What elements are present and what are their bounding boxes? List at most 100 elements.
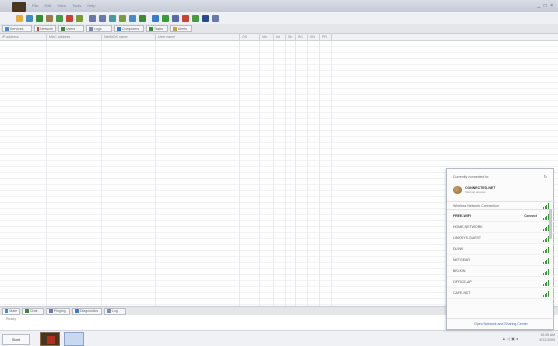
column-divider xyxy=(273,41,274,306)
column-header[interactable]: MAC address xyxy=(47,34,102,40)
menu-item[interactable]: View xyxy=(57,3,66,8)
tab-computers[interactable]: Computers xyxy=(114,25,144,32)
refresh-icon[interactable] xyxy=(109,14,116,22)
start-icon[interactable] xyxy=(56,14,63,22)
network-list-item[interactable]: BELKIN xyxy=(447,266,555,277)
column-header[interactable]: User name xyxy=(156,34,240,40)
start-button[interactable]: Start xyxy=(2,334,30,345)
tab-icon xyxy=(5,309,9,313)
column-header[interactable]: Sh xyxy=(286,34,296,40)
column-divider xyxy=(46,41,47,306)
tab-alerts[interactable]: Alerts xyxy=(170,25,192,32)
network-list-item[interactable]: HOME-NETWORK xyxy=(447,222,555,233)
tab-icon xyxy=(25,309,29,313)
tab-label: Pinging xyxy=(54,309,66,313)
network-list-item[interactable]: OFFICE-AP xyxy=(447,277,555,288)
network-list-item[interactable]: CAFE-NET xyxy=(447,288,555,299)
menu-item[interactable]: File xyxy=(32,3,38,8)
flyout-scrollbar[interactable] xyxy=(549,209,552,239)
menu-item[interactable]: Tools xyxy=(72,3,81,8)
column-header[interactable]: OS xyxy=(240,34,260,40)
clock[interactable]: 10:45 AM 9/12/2009 xyxy=(539,333,555,343)
tab-label: Diagnostics xyxy=(80,309,99,313)
check-icon[interactable] xyxy=(76,14,83,22)
column-divider xyxy=(155,41,156,306)
column-header[interactable]: IP address xyxy=(0,34,47,40)
refresh-icon[interactable]: ↻ xyxy=(544,174,547,179)
clock-date: 9/12/2009 xyxy=(539,338,555,342)
network-list: FREE-WIFI Connect HOME-NETWORK LINKSYS-GUES… xyxy=(447,211,555,299)
network-list-item[interactable]: FREE-WIFI Connect xyxy=(447,211,555,222)
help-icon[interactable] xyxy=(212,14,219,22)
column-header[interactable]: Int xyxy=(274,34,286,40)
list-icon[interactable] xyxy=(139,14,146,22)
find-icon[interactable] xyxy=(46,14,53,22)
tab-icon xyxy=(61,26,65,31)
tab-network[interactable]: Network xyxy=(34,25,56,32)
network-name: DLINK xyxy=(453,247,464,251)
column-divider xyxy=(259,41,260,306)
open-icon[interactable] xyxy=(26,14,33,22)
column-header[interactable]: RC xyxy=(296,34,308,40)
chart-icon[interactable] xyxy=(162,14,169,22)
info-icon[interactable] xyxy=(202,14,209,22)
wifi-flyout: Currently connected to: ↻ CONNECTED-NET … xyxy=(446,168,555,330)
bottom-tab-pinging[interactable]: Pinging xyxy=(46,307,70,315)
tab-label: Alerts xyxy=(178,26,187,31)
column-header[interactable]: PR xyxy=(320,34,332,40)
tab-label: Tasks xyxy=(154,26,163,31)
stop-icon[interactable] xyxy=(66,14,73,22)
network-list-item[interactable]: LINKSYS-GUEST xyxy=(447,233,555,244)
tab-label: Computers xyxy=(122,26,140,31)
title-bar: File Edit View Tools Help _ □ × xyxy=(0,0,558,12)
save-icon[interactable] xyxy=(36,14,43,22)
bottom-tab-chat[interactable]: Chat xyxy=(22,307,44,315)
grid-icon[interactable] xyxy=(152,14,159,22)
network-name: NETGEAR xyxy=(453,258,470,262)
tab-icon xyxy=(107,309,111,313)
menu-item[interactable]: Edit xyxy=(44,3,51,8)
app-icon xyxy=(47,336,55,344)
bottom-tab-log[interactable]: Log xyxy=(104,307,126,315)
column-header[interactable]: SN xyxy=(308,34,320,40)
column-divider xyxy=(295,41,296,306)
back-icon[interactable] xyxy=(89,14,96,22)
tab-icon xyxy=(37,26,40,31)
tab-icon xyxy=(89,26,93,31)
new-icon[interactable] xyxy=(16,14,23,22)
bell-icon[interactable] xyxy=(182,14,189,22)
column-divider xyxy=(285,41,286,306)
tab-users[interactable]: Users xyxy=(58,25,84,32)
system-tray[interactable]: ▲ ◁ ▣ ◂ xyxy=(502,336,518,341)
tab-label: Services xyxy=(10,26,24,31)
window-controls[interactable]: _ □ × xyxy=(538,3,555,9)
filter-icon[interactable] xyxy=(129,14,136,22)
settings-icon[interactable] xyxy=(192,14,199,22)
signal-strength-icon xyxy=(543,280,549,286)
connect-icon[interactable] xyxy=(119,14,126,22)
tab-logs[interactable]: Logs xyxy=(86,25,112,32)
signal-strength-icon xyxy=(543,247,549,253)
column-divider xyxy=(331,41,332,306)
connected-network[interactable]: CONNECTED-NET Internet access xyxy=(453,183,549,197)
column-divider xyxy=(319,41,320,306)
network-list-item[interactable]: NETGEAR xyxy=(447,255,555,266)
bottom-tab-diagnostics[interactable]: Diagnostics xyxy=(72,307,102,315)
network-sharing-link[interactable]: Open Network and Sharing Center xyxy=(447,318,555,329)
tab-services[interactable]: Services xyxy=(2,25,32,32)
tab-strip: Services Network Users Logs Computers Tasks Al… xyxy=(0,24,558,34)
network-list-item[interactable]: DLINK xyxy=(447,244,555,255)
signal-strength-icon xyxy=(543,291,549,297)
monitor-icon[interactable] xyxy=(172,14,179,22)
taskbar-app-explorer[interactable] xyxy=(64,332,84,346)
forward-icon[interactable] xyxy=(99,14,106,22)
network-name: CAFE-NET xyxy=(453,291,471,295)
connect-button[interactable]: Connect xyxy=(524,211,537,222)
bottom-tab-main[interactable]: Main xyxy=(2,307,20,315)
column-header[interactable]: NetBIOS name xyxy=(102,34,156,40)
tab-tasks[interactable]: Tasks xyxy=(146,25,168,32)
taskbar-app-main[interactable] xyxy=(40,332,60,346)
menu-item[interactable]: Help xyxy=(87,3,95,8)
column-header[interactable]: Ver xyxy=(260,34,274,40)
tab-label: Users xyxy=(66,26,76,31)
